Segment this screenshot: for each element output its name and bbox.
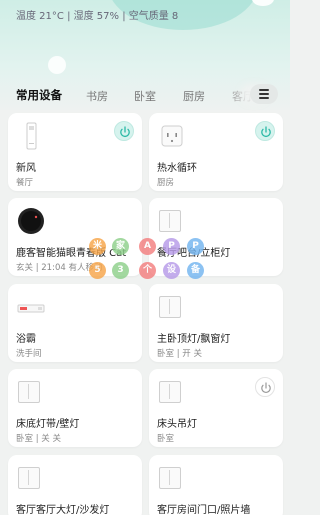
power-icon <box>120 126 130 138</box>
device-room: 厨房 <box>157 178 175 188</box>
device-room: 卧室 <box>157 434 175 444</box>
smart-plug-icon <box>157 121 187 151</box>
device-name: 主卧顶灯/飘窗灯 <box>157 334 231 345</box>
tab-study[interactable]: 书房 <box>86 88 108 104</box>
device-card[interactable]: 床底灯带/壁灯 卧室 | 关 关 <box>8 369 142 447</box>
wall-switch-icon <box>159 296 181 318</box>
menu-button[interactable] <box>250 84 278 104</box>
wall-switch-icon <box>159 381 181 403</box>
watermark-badge: 5 <box>89 262 106 279</box>
device-card[interactable]: 浴霸 洗手间 <box>8 284 142 362</box>
device-card[interactable]: 热水循环 厨房 <box>149 113 283 191</box>
device-name: 客厅房间门口/照片墙 <box>157 505 251 515</box>
wall-switch-icon <box>159 210 181 232</box>
device-name: 客厅客厅大灯/沙发灯 <box>16 505 110 515</box>
device-room: 卧室 | 开 关 <box>157 349 202 359</box>
device-card[interactable]: 客厅房间门口/照片墙 <box>149 455 283 515</box>
wall-switch-icon <box>18 381 40 403</box>
device-card[interactable]: 新风 餐厅 <box>8 113 142 191</box>
device-room: 餐厅 <box>16 178 34 188</box>
tab-kitchen[interactable]: 厨房 <box>183 88 205 104</box>
wall-switch-icon <box>18 467 40 489</box>
device-room: 洗手间 <box>16 349 42 359</box>
watermark-badge: 米 <box>89 238 106 255</box>
power-toggle[interactable] <box>255 377 275 397</box>
power-toggle[interactable] <box>255 121 275 141</box>
decorative-blob <box>252 0 274 6</box>
watermark-badge: 设 <box>163 262 180 279</box>
device-card[interactable]: 床头吊灯 卧室 <box>149 369 283 447</box>
device-card[interactable]: 主卧顶灯/飘窗灯 卧室 | 开 关 <box>149 284 283 362</box>
device-card[interactable]: 客厅客厅大灯/沙发灯 <box>8 455 142 515</box>
room-tabs: 常用设备 书房 卧室 厨房 客厅 <box>0 84 290 108</box>
power-toggle[interactable] <box>114 121 134 141</box>
watermark-badge: 3 <box>112 262 129 279</box>
watermark-badge: A <box>139 238 156 255</box>
power-icon <box>261 382 271 394</box>
watermark-badge: P <box>163 238 180 255</box>
device-name: 床底灯带/壁灯 <box>16 419 80 430</box>
smart-peephole-icon <box>16 206 46 236</box>
tab-bedroom[interactable]: 卧室 <box>134 88 156 104</box>
device-room: 卧室 | 关 关 <box>16 434 61 444</box>
device-name: 新风 <box>16 163 36 174</box>
watermark-badge: P <box>187 238 204 255</box>
bath-heater-icon <box>16 292 46 322</box>
power-icon <box>261 126 271 138</box>
watermark-badge: 个 <box>139 262 156 279</box>
wall-switch-icon <box>159 467 181 489</box>
environment-status: 温度 21°C | 湿度 57% | 空气质量 8 <box>16 11 179 22</box>
device-name: 热水循环 <box>157 163 197 174</box>
decorative-blob <box>48 56 66 74</box>
watermark-badge: 家 <box>112 238 129 255</box>
tab-favorites[interactable]: 常用设备 <box>16 87 62 103</box>
watermark-badge: 备 <box>187 262 204 279</box>
device-name: 浴霸 <box>16 334 36 345</box>
device-name: 床头吊灯 <box>157 419 197 430</box>
air-purifier-icon <box>16 121 46 151</box>
